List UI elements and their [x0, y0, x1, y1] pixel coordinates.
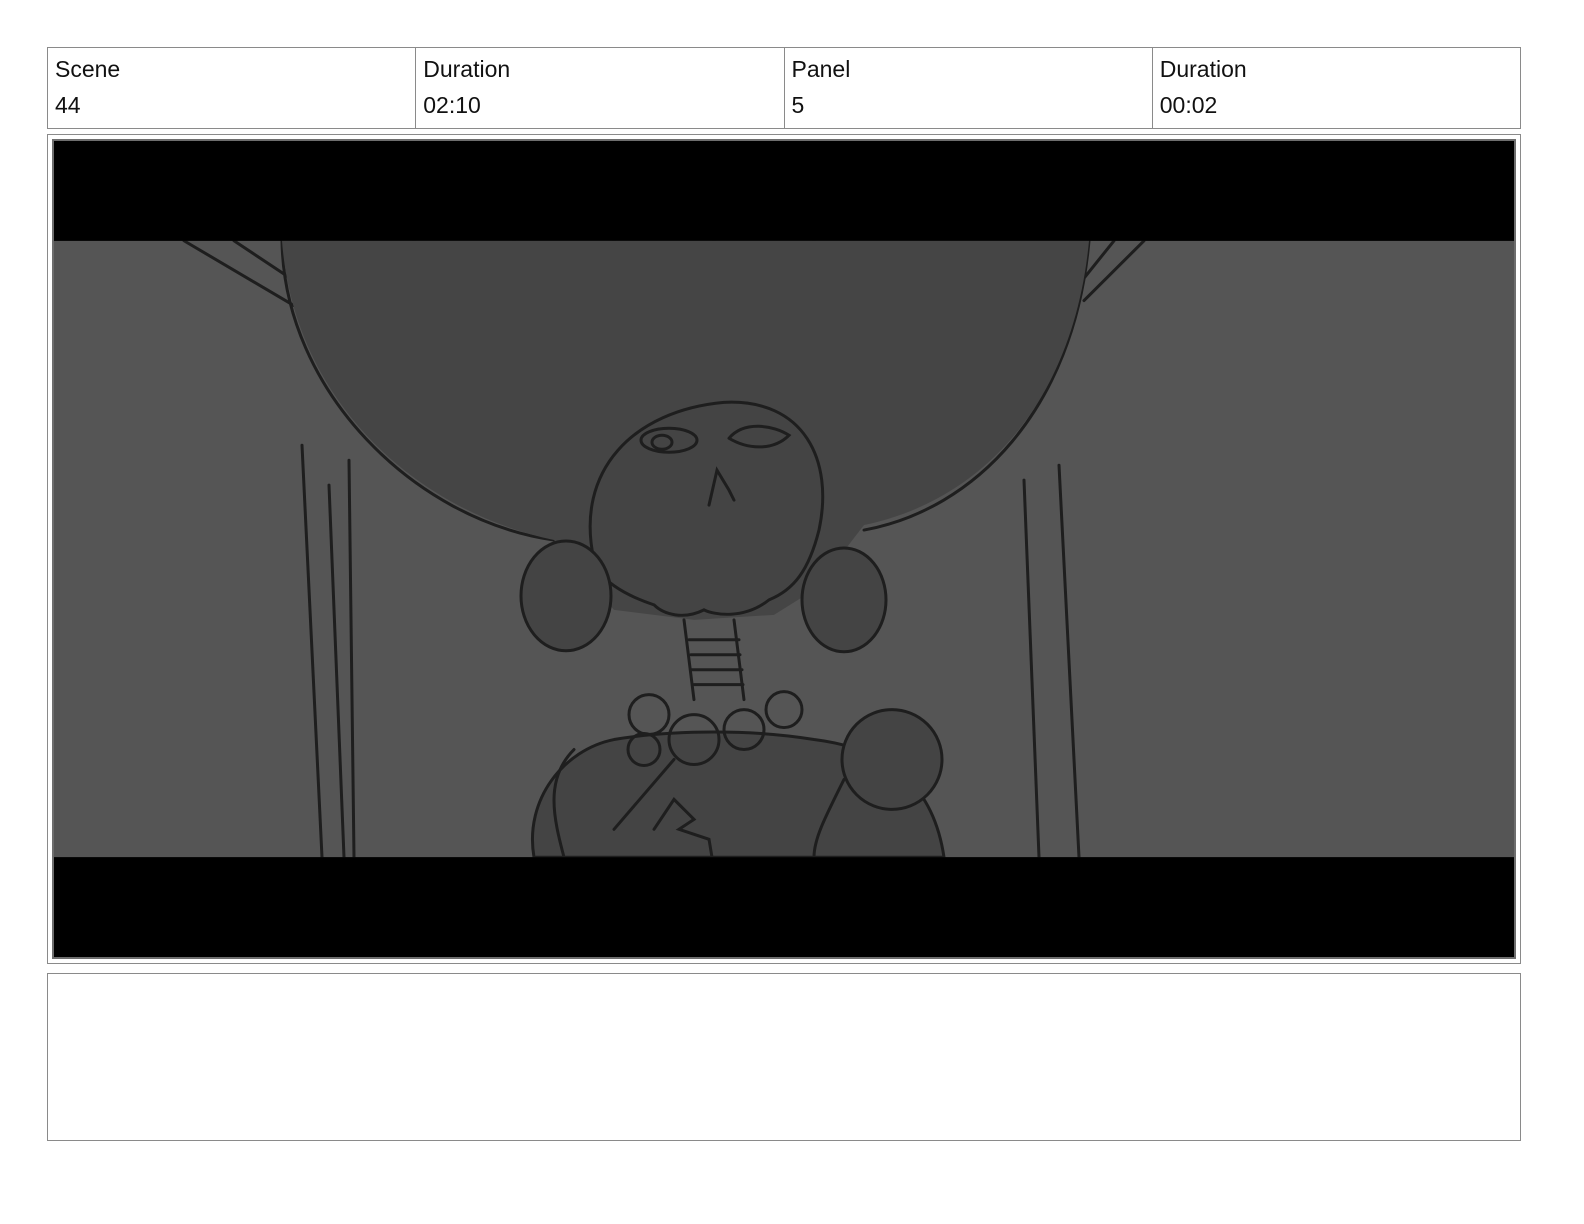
panel-frame [47, 134, 1521, 964]
panel-duration-label: Duration [1159, 56, 1247, 82]
scene-value: 44 [55, 92, 81, 118]
panel-duration-value: 00:02 [1159, 92, 1218, 118]
panel-label: Panel [791, 56, 851, 82]
panel-notes-box[interactable] [47, 973, 1521, 1141]
scene-duration-cell: Duration 02:10 [416, 48, 785, 128]
scene-label: Scene [55, 56, 121, 82]
panel-info-header: Scene 44 Duration 02:10 Panel 5 Duration… [47, 47, 1521, 129]
panel-duration-cell: Duration 00:02 [1153, 48, 1520, 128]
panel-value: 5 [791, 92, 805, 118]
letterbox-top [54, 141, 1514, 241]
panel-image [52, 139, 1516, 959]
letterbox-bottom [54, 857, 1514, 957]
scene-duration-label: Duration [423, 56, 511, 82]
panel-cell: Panel 5 [785, 48, 1153, 128]
scene-cell: Scene 44 [48, 48, 417, 128]
scene-duration-value: 02:10 [423, 92, 481, 118]
storyboard-sketch [54, 141, 1514, 957]
